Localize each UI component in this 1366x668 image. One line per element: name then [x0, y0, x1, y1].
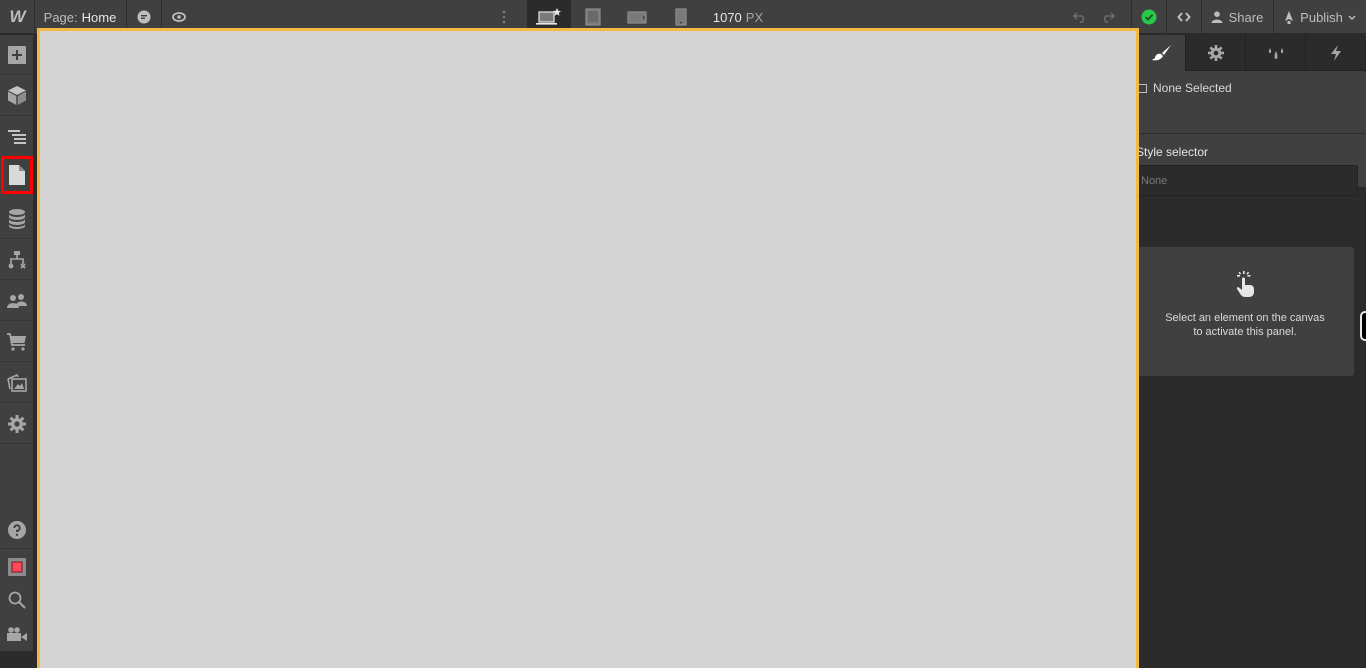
canvas-width-unit: PX: [745, 9, 764, 25]
record-icon: [8, 558, 26, 576]
page-name: Home: [81, 9, 117, 25]
sidebar-item-pages[interactable]: [1, 156, 33, 194]
tab-settings[interactable]: [1186, 35, 1246, 71]
selector-section: None Selected Style selector None: [1134, 71, 1366, 196]
tablet-icon: [585, 8, 601, 26]
sidebar-item-add[interactable]: [0, 35, 34, 75]
settings-gear-icon: [1207, 45, 1224, 61]
sidebar-item-ecommerce[interactable]: [0, 322, 34, 362]
style-manager-drops-icon: [1268, 48, 1283, 59]
sidebar-item-navigator[interactable]: [0, 117, 34, 157]
sidebar-item-symbols[interactable]: [0, 76, 34, 116]
panel-tabs: [1138, 35, 1366, 71]
check-circle-icon: [1141, 9, 1157, 25]
design-canvas[interactable]: [37, 28, 1139, 668]
selection-status: None Selected: [1138, 79, 1232, 97]
panel-edge-handle[interactable]: [1360, 311, 1366, 341]
user-icon: [1211, 11, 1223, 23]
sidebar-item-help[interactable]: [0, 511, 34, 549]
rocket-icon: [1285, 10, 1294, 24]
share-label: Share: [1228, 9, 1264, 25]
sidebar-item-assets[interactable]: [0, 363, 34, 403]
eye-icon: [172, 12, 186, 22]
database-icon: [9, 208, 25, 229]
publish-label: Publish: [1300, 9, 1343, 25]
empty-state-message: Select an element on the canvas to activ…: [1165, 311, 1325, 339]
none-selected-label: None Selected: [1153, 81, 1232, 95]
tab-style[interactable]: [1138, 35, 1186, 71]
style-selector-label: Style selector: [1136, 145, 1209, 159]
tab-interactions[interactable]: [1306, 35, 1366, 71]
sidebar-item-logic[interactable]: [0, 240, 34, 280]
vertical-dots-icon: [502, 10, 506, 24]
interactions-bolt-icon: [1331, 45, 1341, 61]
video-icon: [7, 626, 27, 641]
sidebar-item-cms[interactable]: [0, 199, 34, 239]
gear-icon: [8, 414, 26, 433]
users-icon: [7, 293, 27, 308]
redo-icon: [1103, 12, 1115, 23]
cart-icon: [7, 332, 26, 351]
page-prefix: Page:: [43, 9, 78, 25]
sidebar-item-video[interactable]: [0, 616, 34, 651]
publish-button[interactable]: Publish: [1273, 0, 1366, 34]
cube-icon: [8, 86, 26, 105]
chevron-down-icon: [1348, 15, 1356, 20]
right-panel: None Selected Style selector None Select…: [1134, 35, 1366, 651]
left-sidebar: [0, 35, 34, 651]
empty-message-line1: Select an element on the canvas: [1165, 312, 1325, 324]
search-icon: [8, 591, 26, 609]
sidebar-item-audit[interactable]: [0, 550, 34, 584]
help-icon: [8, 520, 26, 539]
webflow-logo[interactable]: W: [0, 0, 34, 34]
selection-checkbox[interactable]: [1138, 83, 1147, 93]
section-divider: [1138, 133, 1366, 134]
empty-state-card: Select an element on the canvas to activ…: [1136, 247, 1354, 376]
export-code-button[interactable]: [1167, 0, 1201, 34]
tab-style-manager[interactable]: [1246, 35, 1306, 71]
share-button[interactable]: Share: [1201, 0, 1273, 34]
undo-icon: [1073, 12, 1085, 23]
pointer-click-icon: [1236, 271, 1254, 297]
code-brackets-icon: [1177, 12, 1191, 22]
mobile-portrait-icon: [675, 8, 687, 26]
pages-icon: [9, 164, 25, 185]
style-selector-input[interactable]: None: [1134, 165, 1358, 196]
comment-icon: [137, 10, 151, 24]
sidebar-item-search[interactable]: [0, 584, 34, 616]
sidebar-item-users[interactable]: [0, 281, 34, 321]
desktop-star-icon: [536, 8, 561, 25]
sidebar-item-settings[interactable]: [0, 404, 34, 444]
logic-flow-icon: [8, 250, 26, 269]
mobile-landscape-icon: [627, 10, 647, 24]
style-brush-icon: [1151, 45, 1171, 61]
add-icon: [8, 45, 26, 64]
empty-message-line2: to activate this panel.: [1193, 326, 1297, 338]
navigator-icon: [8, 129, 26, 144]
canvas-width-value: 1070: [712, 9, 742, 25]
assets-icon: [7, 373, 27, 392]
